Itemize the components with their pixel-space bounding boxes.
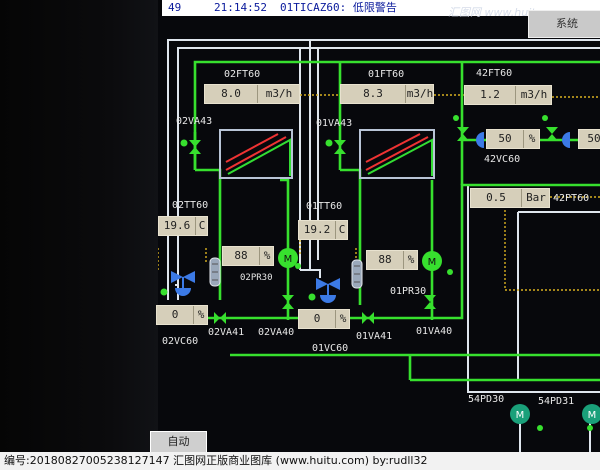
label-01va41: 01VA41: [356, 331, 393, 342]
label-02va41: 02VA41: [208, 327, 245, 338]
pipe-white-right-main: [467, 185, 600, 393]
system-button[interactable]: 系统: [528, 10, 600, 38]
label-02va43: 02VA43: [176, 116, 213, 127]
tag-42vc60: 42VC60: [484, 154, 521, 165]
control-valve-01vc60-icon: [316, 278, 340, 303]
pump-54pd31-icon: M: [582, 404, 600, 424]
tag-02vc60: 02VC60: [162, 336, 199, 347]
filter-02-icon: [209, 257, 221, 287]
label-01va40: 01VA40: [416, 326, 453, 337]
label-02va40: 02VA40: [258, 327, 295, 338]
readout-42pt60[interactable]: 0.5 Bar: [470, 188, 550, 208]
svg-text:M: M: [284, 254, 293, 265]
tag-42pt60: 42PT60: [553, 193, 590, 204]
tag-01tt60: 01TT60: [306, 201, 343, 212]
monitor-bezel-left: [0, 0, 158, 452]
label-54pd31: 54PD31: [538, 396, 575, 407]
readout-01vc60[interactable]: 0 %: [298, 309, 350, 329]
tag-02ft60: 02FT60: [224, 69, 261, 80]
readout-02pr30[interactable]: 88 %: [222, 246, 274, 266]
valve-02va41-icon: [214, 312, 226, 324]
readout-02tt60[interactable]: 19.6 C: [158, 216, 208, 236]
valve-01va40-icon: [424, 295, 436, 309]
svg-text:M: M: [588, 410, 597, 421]
motor-01-icon: M: [422, 251, 442, 271]
readout-42vc60[interactable]: 50 %: [486, 129, 540, 149]
valve-02va40-icon: [282, 295, 294, 309]
readout-42vc60-b[interactable]: 50: [578, 129, 600, 149]
green-pipes: [193, 60, 600, 382]
readout-01tt60[interactable]: 19.2 C: [298, 220, 348, 240]
control-valve-02vc60-icon: [171, 271, 195, 296]
svg-text:M: M: [516, 410, 525, 421]
motor-02-icon: M: [278, 248, 298, 268]
alarm-message: 01TICAZ60: 低限警告: [280, 1, 397, 14]
tag-02pr30: 02PR30: [240, 273, 273, 283]
svg-text:M: M: [428, 257, 437, 268]
valve-02va43-icon: [189, 140, 201, 154]
pipe-white-tt-tail: [300, 269, 321, 278]
heat-exchanger-01: [359, 129, 435, 179]
label-54pd30: 54PD30: [468, 394, 505, 405]
control-valve-42vc60-icon: [476, 132, 484, 148]
pump-54pd30-icon: M: [510, 404, 530, 424]
valve-01va41-icon: [362, 312, 374, 324]
readout-01pr30[interactable]: 88 %: [366, 250, 418, 270]
scada-screen: M M M M 49 21:14:52 01TICAZ60: 低限警告 汇图网 …: [0, 0, 600, 470]
status-dots: [160, 115, 593, 431]
readout-42ft60[interactable]: 1.2 m3/h: [464, 85, 552, 105]
tag-42ft60: 42FT60: [476, 68, 513, 79]
readout-02vc60[interactable]: 0 %: [156, 305, 208, 325]
readout-02ft60[interactable]: 8.0 m3/h: [204, 84, 300, 104]
footer-text: 编号:20180827005238127147 汇图网正版商业图库 (www.h…: [4, 454, 428, 467]
auto-mode-button[interactable]: 自动: [150, 431, 207, 453]
tag-01pr30: 01PR30: [390, 286, 427, 297]
tag-01ft60: 01FT60: [368, 69, 405, 80]
readout-01ft60[interactable]: 8.3 m3/h: [340, 84, 434, 104]
control-valve-42vc60b-icon: [562, 132, 570, 148]
alarm-number: 49: [168, 1, 182, 14]
valve-01va43-icon: [334, 140, 346, 154]
heat-exchanger-02: [219, 129, 293, 179]
label-01va43: 01VA43: [316, 118, 353, 129]
filter-01-icon: [351, 259, 363, 289]
tag-02tt60: 02TT60: [172, 200, 209, 211]
image-caption-footer: 编号:20180827005238127147 汇图网正版商业图库 (www.h…: [0, 452, 600, 470]
tag-01vc60: 01VC60: [312, 343, 349, 354]
signal-42pt-down: [504, 210, 600, 291]
alarm-time: 21:14:52: [214, 1, 267, 14]
